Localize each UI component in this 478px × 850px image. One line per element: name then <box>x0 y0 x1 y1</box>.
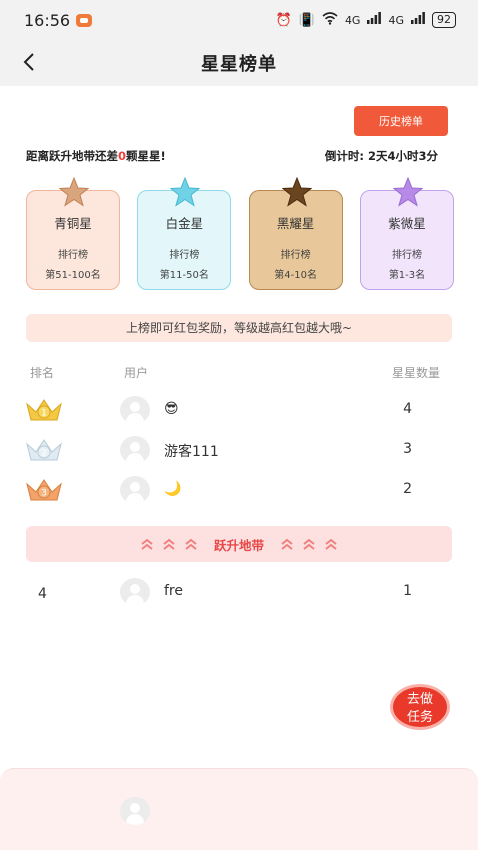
tier-cards: 青铜星 排行榜 第51-100名 白金星 排行榜 第11-50名 黑耀星 排行榜… <box>26 177 454 290</box>
chevron-up-icon <box>163 538 175 550</box>
tier-name: 黑耀星 <box>276 216 315 231</box>
page-title: 星星榜单 <box>201 54 277 75</box>
user-name: fre <box>164 583 183 599</box>
alarm-icon: ⏰ <box>275 12 292 28</box>
user-name: 😎 <box>164 401 179 417</box>
battery-icon: 92 <box>432 12 456 28</box>
header-user: 用户 <box>124 366 149 380</box>
star-count: 1 <box>403 583 412 599</box>
my-rank-panel <box>0 768 478 850</box>
bronze-star-icon <box>59 177 89 207</box>
wifi-icon <box>322 11 338 29</box>
tier-card-platinum[interactable]: 白金星 排行榜 第11-50名 <box>137 177 232 290</box>
tier-label: 排行榜 <box>169 250 200 261</box>
vibrate-icon: 📳 <box>298 12 315 28</box>
tier-name: 紫微星 <box>388 216 426 231</box>
rank-number: 1 <box>41 409 47 419</box>
info-row: 距离跃升地带还差0颗星星! 倒计时: 2天4小时3分 <box>26 148 438 164</box>
tier-label: 排行榜 <box>280 250 311 261</box>
tier-name: 青铜星 <box>54 216 92 231</box>
tier-label: 排行榜 <box>391 250 422 261</box>
tier-name: 白金星 <box>165 216 204 231</box>
rank-number: 3 <box>41 489 47 499</box>
signal-icon-2 <box>411 12 425 28</box>
star-count: 3 <box>403 441 412 457</box>
chevron-up-icon <box>303 538 315 550</box>
platinum-star-icon <box>170 177 201 207</box>
tier-label: 排行榜 <box>58 250 88 261</box>
rank-number: 2 <box>41 449 47 459</box>
status-bar: 16:56 ⏰ 📳 4G 4G 92 <box>0 0 478 40</box>
header-count: 星星数量 <box>391 366 440 380</box>
tier-card-purple[interactable]: 紫微星 排行榜 第1-3名 <box>359 177 454 290</box>
chevron-up-icon <box>325 538 337 550</box>
status-right: ⏰ 📳 4G 4G 92 <box>275 11 456 29</box>
avatar <box>120 436 150 464</box>
tier-card-bronze[interactable]: 青铜星 排行榜 第51-100名 <box>26 177 120 290</box>
star-count: 4 <box>403 401 412 417</box>
tier-range: 第1-3名 <box>388 270 426 281</box>
avatar <box>120 396 150 424</box>
tier-range: 第4-10名 <box>274 270 317 281</box>
message-notification-icon <box>76 13 93 27</box>
tier-range: 第51-100名 <box>45 270 101 281</box>
promotion-zone-label: 跃升地带 <box>213 537 264 553</box>
obsidian-star-icon <box>281 177 312 207</box>
chevron-up-icon <box>141 538 153 550</box>
gold-crown-icon: 1 <box>26 399 62 421</box>
user-name: 游客111 <box>164 444 219 460</box>
avatar <box>120 578 150 606</box>
main-content: 历史榜单 距离跃升地带还差0颗星星! 倒计时: 2天4小时3分 青铜星 排行榜 … <box>0 86 478 766</box>
task-button-line2: 任务 <box>406 710 433 725</box>
promotion-zone-banner: 跃升地带 <box>26 526 452 562</box>
tier-card-obsidian[interactable]: 黑耀星 排行榜 第4-10名 <box>248 177 343 290</box>
avatar <box>120 476 150 504</box>
back-icon[interactable] <box>18 50 42 74</box>
purple-star-icon <box>392 177 423 207</box>
status-time: 16:56 <box>24 10 71 30</box>
nav-bar: 星星榜单 <box>0 40 478 86</box>
user-name: 🌙 <box>164 481 182 497</box>
chevron-up-icon <box>281 538 293 550</box>
silver-crown-icon: 2 <box>26 439 62 461</box>
bronze-crown-icon: 3 <box>26 479 62 501</box>
my-avatar <box>120 797 150 825</box>
countdown: 倒计时: 2天4小时3分 <box>324 149 438 163</box>
table-row[interactable]: 3 🌙 2 <box>0 472 478 508</box>
rank-number: 4 <box>38 586 47 602</box>
table-header: 排名 用户 星星数量 <box>30 364 440 380</box>
history-ranking-button[interactable]: 历史榜单 <box>354 106 448 136</box>
reward-notice: 上榜即可红包奖励，等级越高红包越大哦~ <box>26 314 452 342</box>
signal-label-1: 4G <box>344 13 361 27</box>
do-task-button[interactable]: 去做 任务 <box>390 684 450 730</box>
status-left: 16:56 <box>24 10 93 30</box>
signal-icon <box>367 12 382 28</box>
star-count: 2 <box>403 481 412 497</box>
signal-label-2: 4G <box>388 13 404 27</box>
distance-text: 距离跃升地带还差0颗星星! <box>26 149 166 163</box>
tier-range: 第11-50名 <box>159 270 209 281</box>
chevron-up-icon <box>185 538 197 550</box>
table-row[interactable]: 1 😎 4 <box>0 392 478 428</box>
header-rank: 排名 <box>30 366 55 380</box>
task-button-line1: 去做 <box>406 692 433 707</box>
distance-value: 0 <box>118 149 127 163</box>
table-row[interactable]: 2 游客111 3 <box>0 432 478 468</box>
table-row[interactable]: 4 fre 1 <box>0 574 478 610</box>
